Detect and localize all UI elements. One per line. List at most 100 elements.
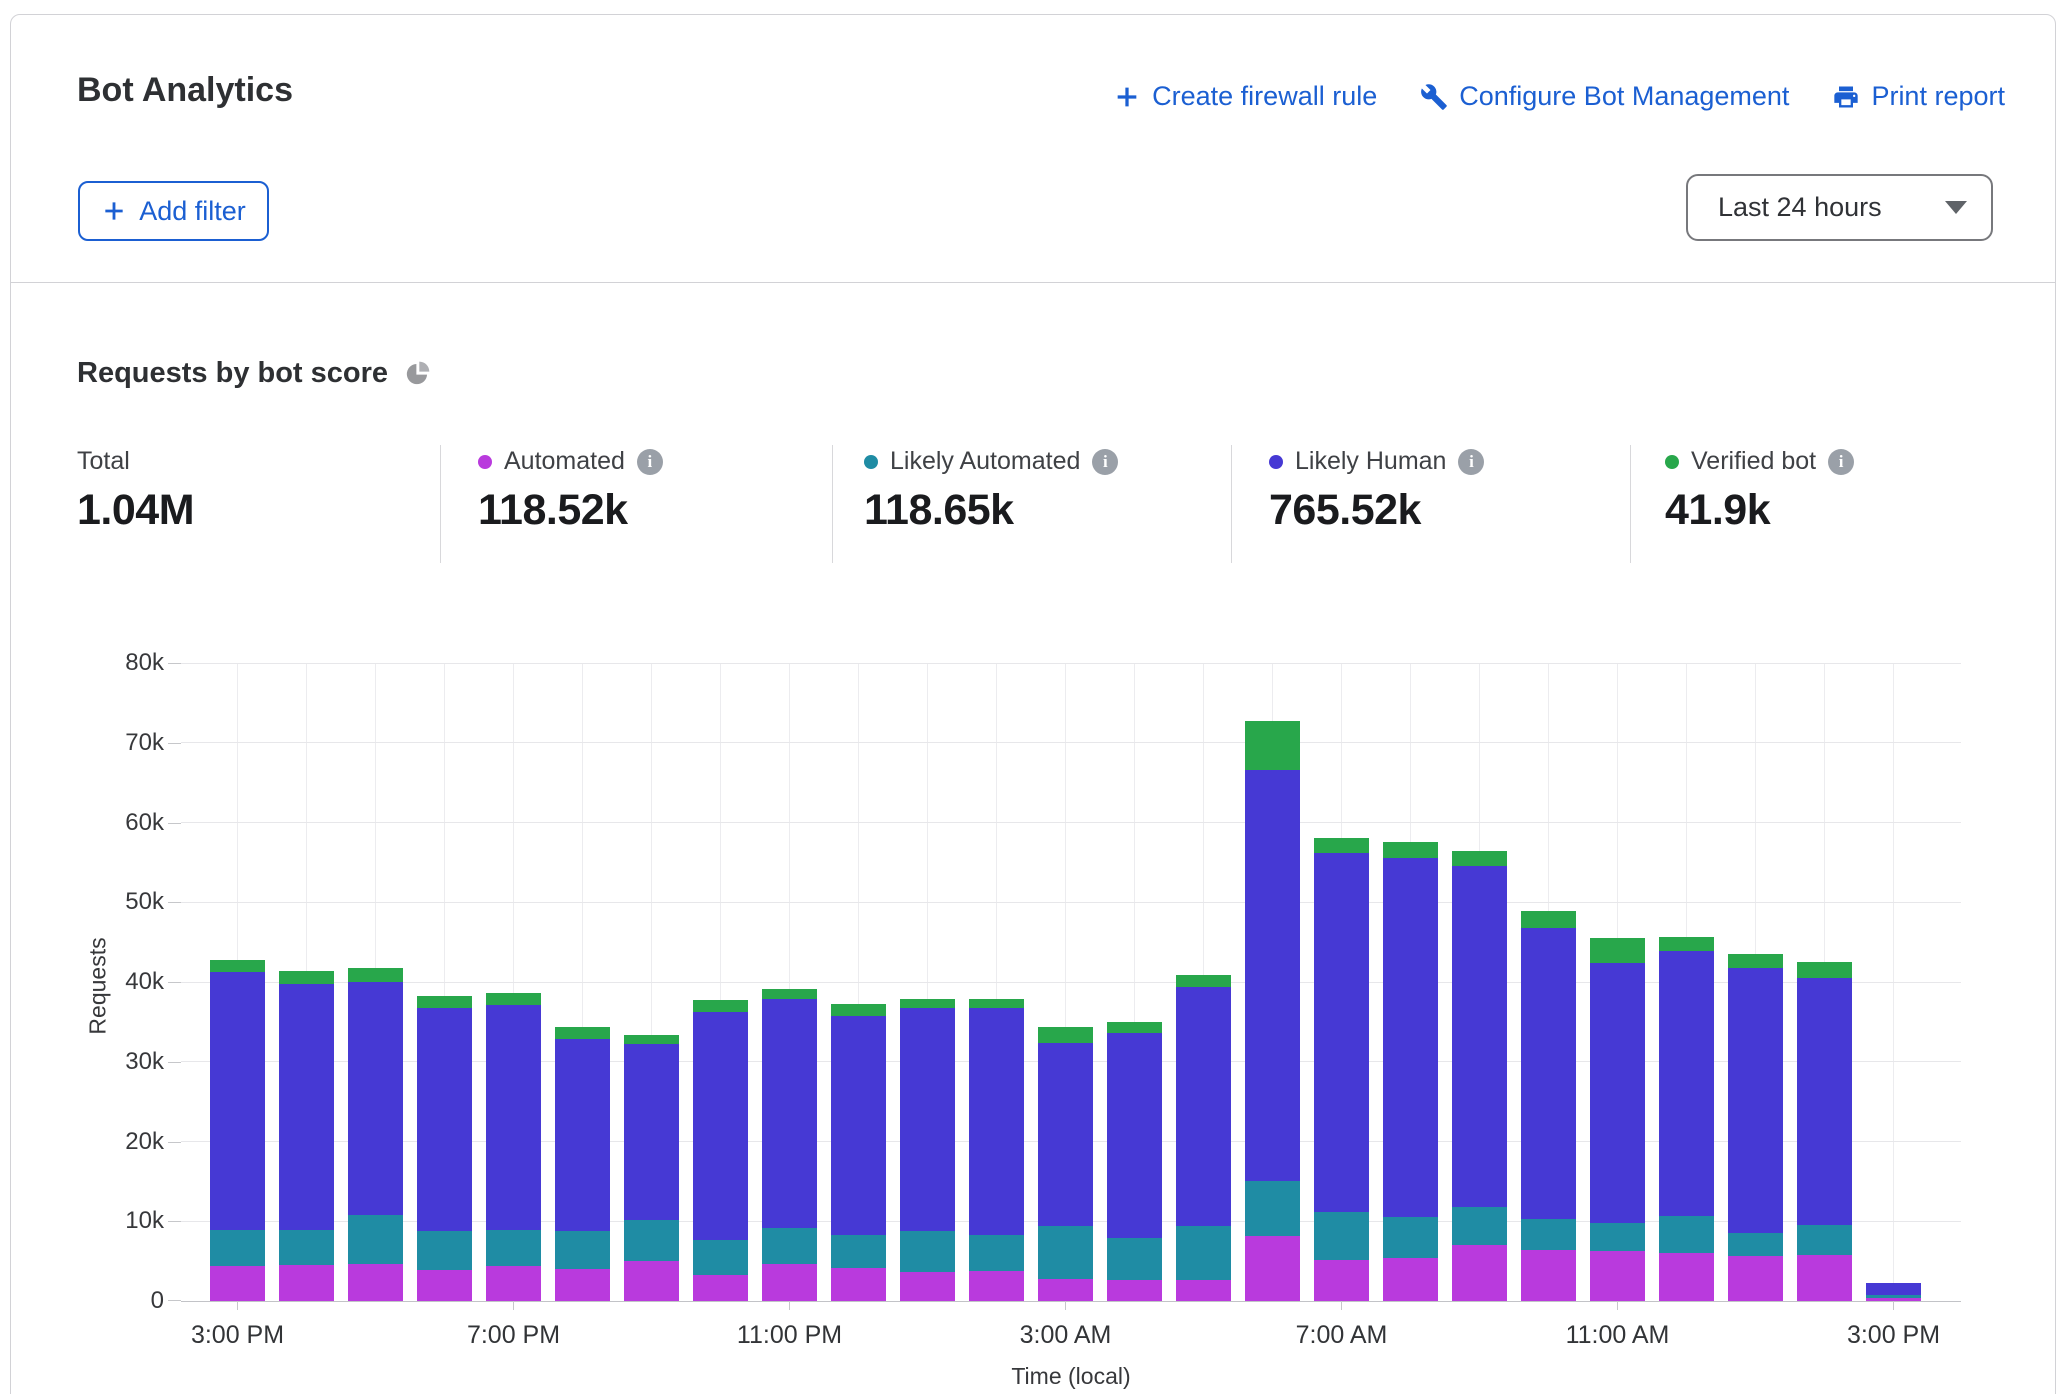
bot-analytics-page: Bot Analytics Create firewall ruleConfig… (0, 0, 2070, 1394)
bar-segment-likely-automated (1659, 1216, 1714, 1254)
info-icon[interactable]: i (1828, 449, 1854, 475)
header-divider (11, 282, 2055, 283)
chevron-down-icon (1945, 201, 1967, 214)
bar-segment-verified-bot (486, 993, 541, 1005)
bar-segment-likely-automated (279, 1230, 334, 1265)
bar-segment-likely-human (624, 1044, 679, 1219)
y-tick-mark (168, 1062, 181, 1063)
bar-segment-likely-automated (1452, 1207, 1507, 1245)
bar-segment-likely-human (348, 982, 403, 1215)
x-tick-label: 11:00 AM (1566, 1321, 1670, 1350)
chart-bar-10-00-pm (693, 1000, 748, 1301)
plus-icon (101, 198, 127, 224)
bar-segment-likely-human (900, 1008, 955, 1231)
plus-icon (1112, 82, 1142, 112)
legend-dot (478, 455, 492, 469)
bar-segment-verified-bot (348, 968, 403, 982)
stat-divider (440, 445, 441, 563)
chart-bar-3-00-pm (1866, 1283, 1921, 1301)
action-label: Print report (1871, 81, 2005, 112)
bar-segment-likely-automated (486, 1230, 541, 1266)
stat-automated: Automatedi118.52k (478, 447, 663, 535)
info-icon[interactable]: i (637, 449, 663, 475)
bar-segment-likely-human (762, 999, 817, 1228)
y-tick-label: 50k (49, 888, 164, 916)
bar-segment-likely-human (1176, 987, 1231, 1226)
bar-segment-automated (1314, 1260, 1369, 1302)
bar-segment-automated (693, 1275, 748, 1301)
bar-segment-likely-human (210, 972, 265, 1230)
total-label: Total (77, 447, 130, 476)
stat-label: Likely Automated (890, 447, 1080, 476)
bar-segment-verified-bot (1245, 721, 1300, 770)
chart-bar-6-00-pm (417, 996, 472, 1301)
stat-value: 118.52k (478, 486, 663, 535)
x-tick-label: 3:00 AM (1020, 1321, 1112, 1350)
bar-segment-automated (1038, 1279, 1093, 1301)
create-firewall-rule-link[interactable]: Create firewall rule (1112, 81, 1377, 112)
time-range-select[interactable]: Last 24 hours (1686, 174, 1993, 241)
bar-segment-verified-bot (1383, 842, 1438, 857)
requests-chart (181, 663, 1961, 1302)
bar-segment-likely-automated (210, 1230, 265, 1266)
bar-segment-likely-automated (693, 1240, 748, 1275)
bar-segment-verified-bot (762, 989, 817, 999)
chart-bar-11-00-pm (762, 989, 817, 1301)
stat-divider (1231, 445, 1232, 563)
chart-bar-7-00-am (1314, 838, 1369, 1301)
bar-segment-likely-automated (555, 1231, 610, 1269)
horizontal-gridline (181, 663, 1961, 664)
chart-bar-4-00-pm (279, 971, 334, 1301)
bar-segment-automated (486, 1266, 541, 1301)
y-tick-label: 10k (49, 1207, 164, 1235)
print-report-link[interactable]: Print report (1831, 81, 2005, 112)
bar-segment-automated (1797, 1255, 1852, 1301)
info-icon[interactable]: i (1092, 449, 1118, 475)
chart-bar-10-00-am (1521, 911, 1576, 1301)
action-label: Create firewall rule (1152, 81, 1377, 112)
chart-bar-5-00-pm (348, 968, 403, 1301)
y-tick-label: 70k (49, 729, 164, 757)
stat-value: 41.9k (1665, 486, 1854, 535)
x-tick-mark (1617, 1301, 1618, 1310)
chart-bar-3-00-am (1038, 1027, 1093, 1301)
bar-segment-likely-human (1107, 1033, 1162, 1238)
stat-value: 765.52k (1269, 486, 1484, 535)
bar-segment-likely-human (1797, 978, 1852, 1225)
bar-segment-likely-human (693, 1012, 748, 1240)
bar-segment-likely-human (279, 984, 334, 1230)
bar-segment-verified-bot (1176, 975, 1231, 987)
bar-segment-likely-human (831, 1016, 886, 1235)
bar-segment-automated (1659, 1253, 1714, 1301)
wrench-icon (1419, 82, 1449, 112)
bar-segment-likely-automated (1521, 1219, 1576, 1250)
bar-segment-automated (1590, 1251, 1645, 1301)
bar-segment-likely-automated (900, 1231, 955, 1273)
chart-bar-1-00-pm (1728, 954, 1783, 1301)
bar-segment-likely-human (1590, 963, 1645, 1223)
add-filter-button[interactable]: Add filter (78, 181, 269, 241)
bar-segment-likely-automated (1728, 1233, 1783, 1255)
stat-label: Verified bot (1691, 447, 1816, 476)
bar-segment-verified-bot (693, 1000, 748, 1011)
bar-segment-likely-automated (762, 1228, 817, 1265)
x-tick-label: 11:00 PM (737, 1321, 842, 1350)
y-tick-mark (168, 663, 181, 664)
bar-segment-likely-human (1383, 858, 1438, 1218)
bar-segment-verified-bot (1038, 1027, 1093, 1043)
bar-segment-likely-human (1314, 853, 1369, 1213)
bar-segment-verified-bot (555, 1027, 610, 1039)
bar-segment-likely-automated (1038, 1226, 1093, 1279)
y-tick-label: 60k (49, 809, 164, 837)
configure-bot-management-link[interactable]: Configure Bot Management (1419, 81, 1789, 112)
bar-segment-verified-bot (900, 999, 955, 1008)
bar-segment-automated (900, 1272, 955, 1301)
bar-segment-verified-bot (1797, 962, 1852, 978)
y-tick-mark (168, 1221, 181, 1222)
y-tick-label: 80k (49, 649, 164, 677)
info-icon[interactable]: i (1458, 449, 1484, 475)
add-filter-label: Add filter (139, 196, 246, 227)
bar-segment-verified-bot (969, 999, 1024, 1009)
bar-segment-verified-bot (1107, 1022, 1162, 1033)
bar-segment-verified-bot (417, 996, 472, 1008)
